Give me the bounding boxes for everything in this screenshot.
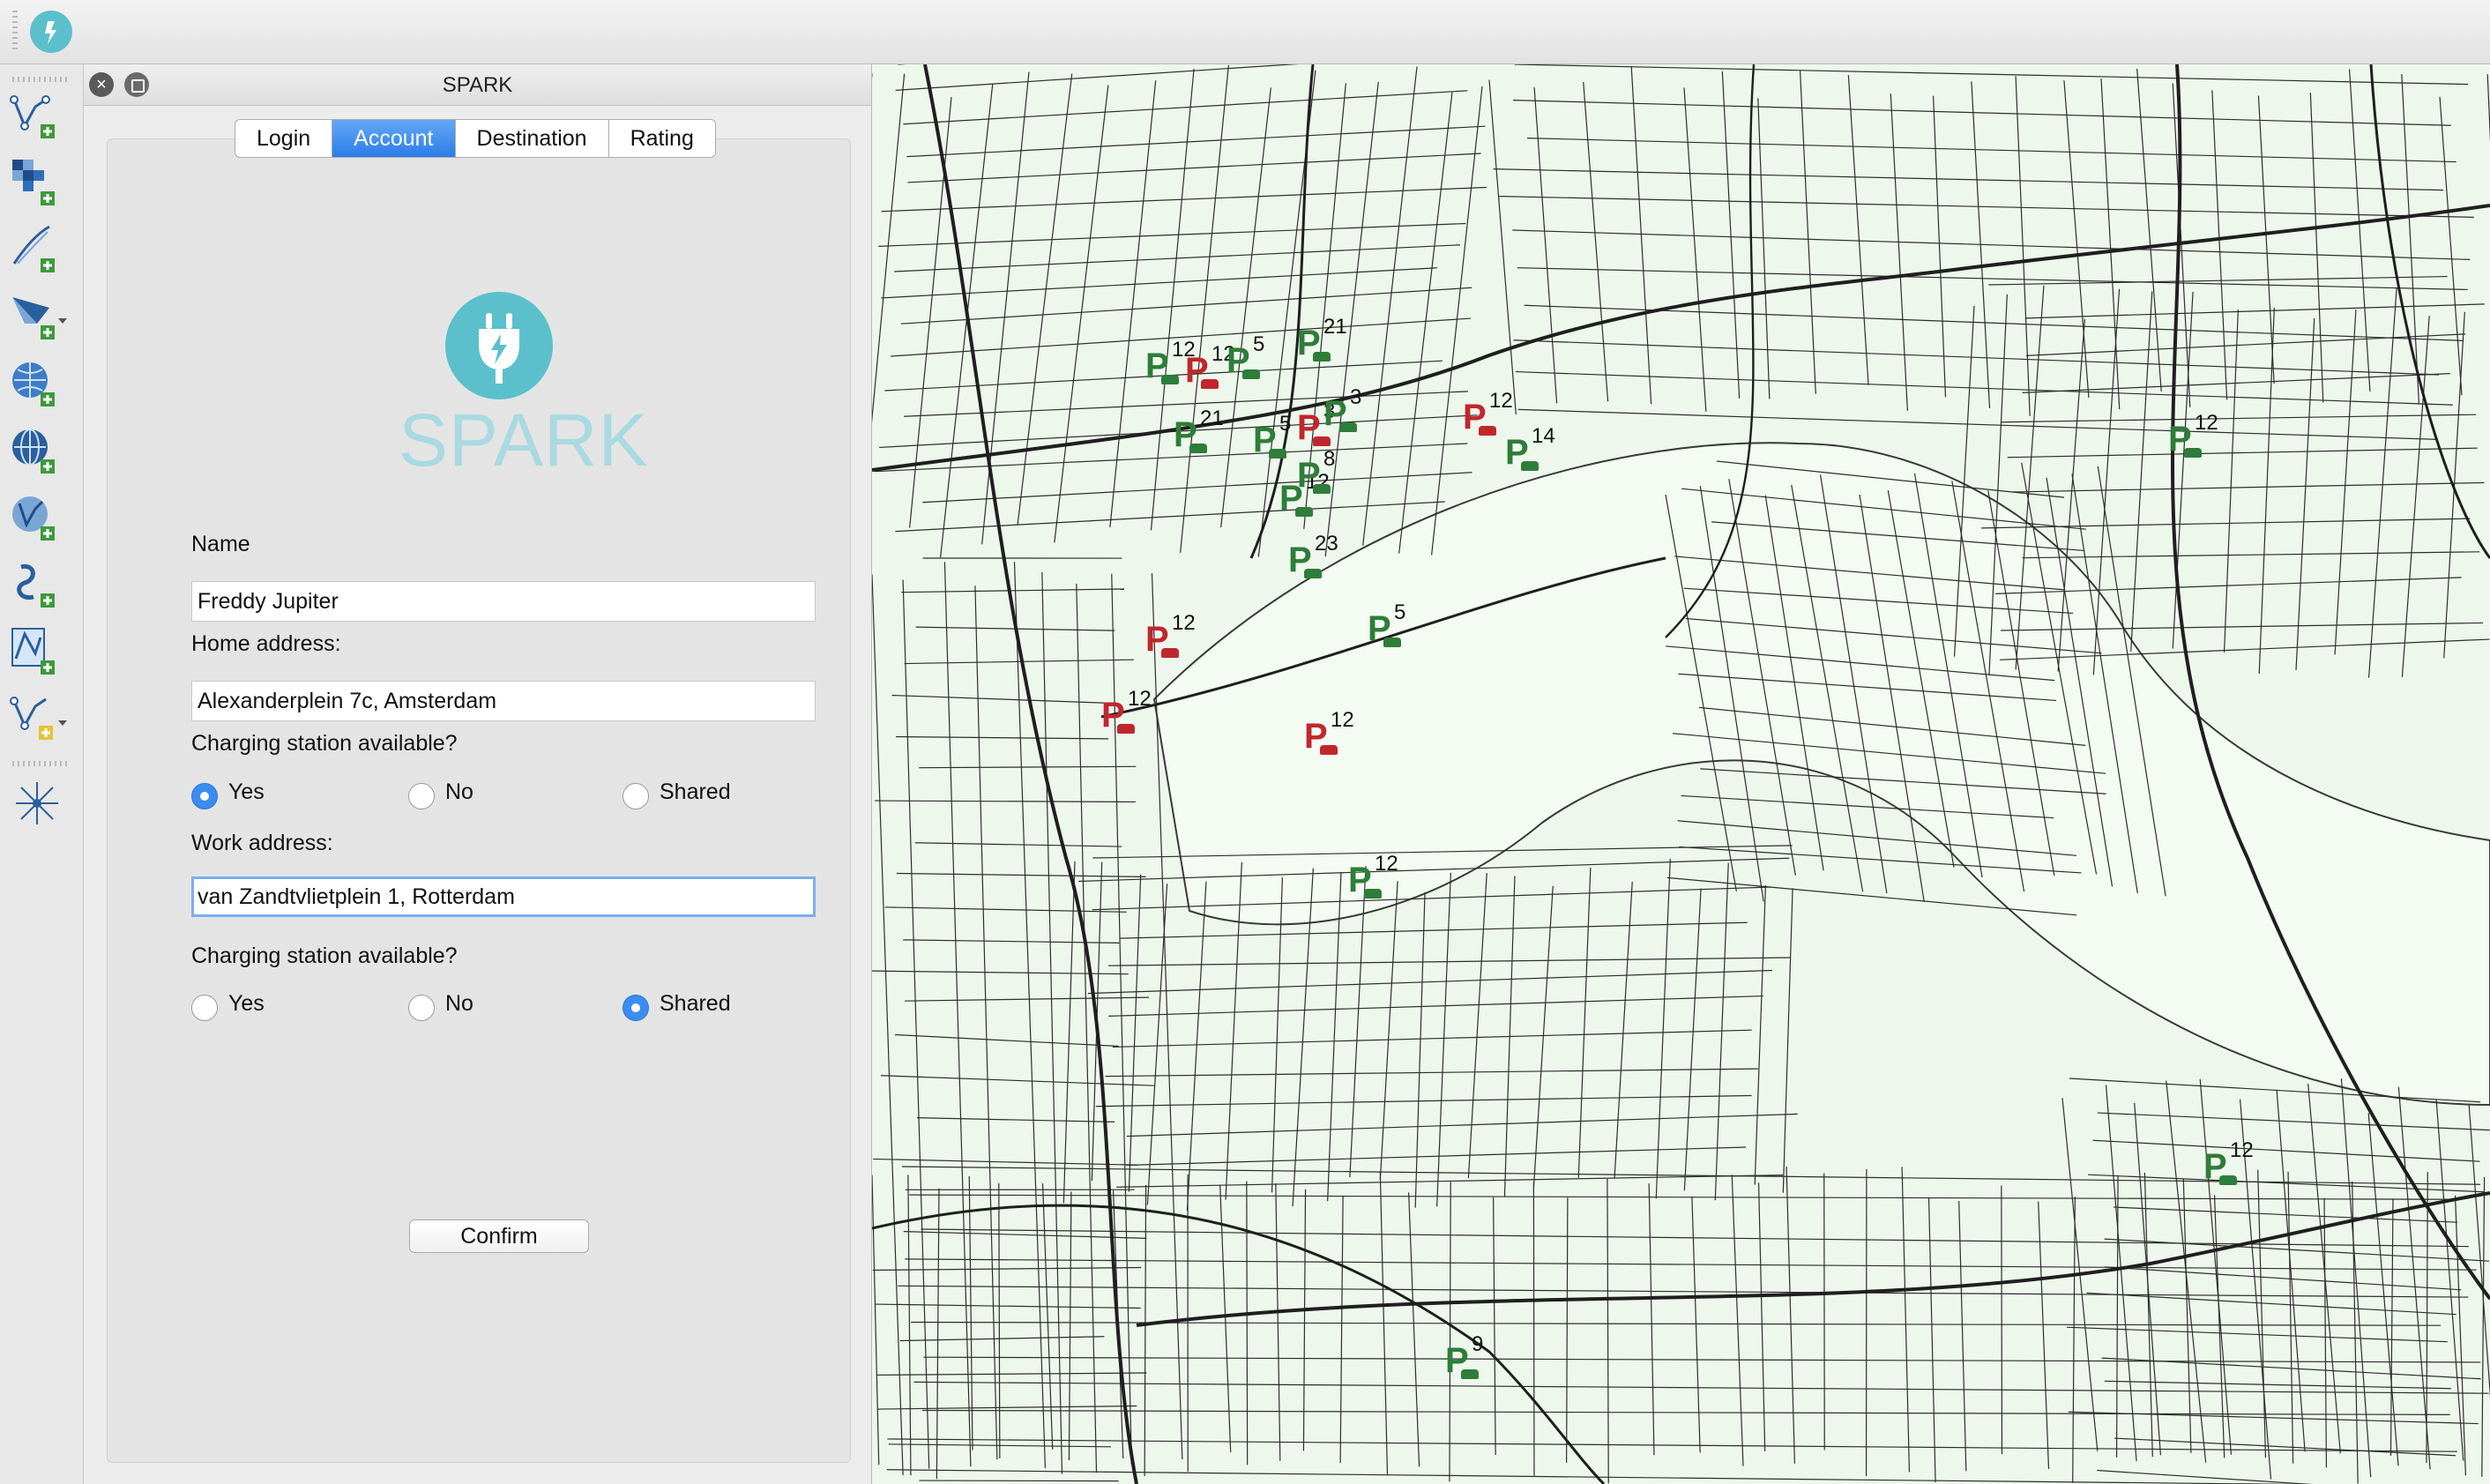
parking-marker-available[interactable]: P 21 bbox=[1297, 315, 1359, 375]
car-icon bbox=[1242, 369, 1260, 379]
parking-capacity-label: 5 bbox=[1394, 600, 1406, 624]
home-charging-label: Charging station available? bbox=[191, 731, 458, 756]
work-charging-label: Charging station available? bbox=[191, 943, 458, 968]
tab-rating[interactable]: Rating bbox=[609, 120, 715, 157]
parking-capacity-label: 3 bbox=[1350, 385, 1362, 409]
car-icon bbox=[1201, 379, 1219, 389]
toolbar-grip[interactable] bbox=[12, 77, 67, 82]
parking-capacity-label: 12 bbox=[1172, 611, 1196, 635]
parking-marker-available[interactable]: P9 bbox=[1445, 1332, 1507, 1392]
add-raster-layer-icon[interactable] bbox=[7, 154, 69, 211]
confirm-button[interactable]: Confirm bbox=[409, 1219, 589, 1253]
parking-marker-available[interactable]: P 23 bbox=[1288, 532, 1350, 592]
tab-bar: Login Account Destination Rating bbox=[235, 119, 716, 158]
street-network bbox=[872, 64, 2490, 1484]
toolbar-grip[interactable] bbox=[12, 761, 67, 766]
add-delimited-text-icon[interactable] bbox=[7, 221, 69, 278]
layer-toolbar bbox=[0, 64, 84, 1484]
new-shapefile-icon[interactable] bbox=[7, 690, 69, 747]
parking-marker-available[interactable]: P 12 bbox=[1348, 852, 1410, 912]
parking-capacity-label: 21 bbox=[1200, 406, 1224, 430]
radio-dot bbox=[191, 995, 218, 1021]
parking-capacity-label: 8 bbox=[1323, 447, 1336, 471]
car-icon bbox=[1521, 461, 1539, 471]
parking-marker-occupied[interactable]: P 12 bbox=[1145, 611, 1207, 671]
radio-dot bbox=[191, 783, 218, 809]
parking-marker-available[interactable]: P 12 bbox=[2168, 411, 2230, 471]
account-form: SPARK Name Freddy Jupiter Home address: … bbox=[107, 138, 851, 1463]
add-wfs-layer-icon[interactable] bbox=[7, 422, 69, 479]
car-icon bbox=[1313, 484, 1331, 494]
car-icon bbox=[1479, 426, 1496, 436]
parking-capacity-label: 9 bbox=[1472, 1332, 1484, 1356]
radio-dot bbox=[622, 995, 649, 1021]
car-icon bbox=[1269, 449, 1286, 459]
car-icon bbox=[1461, 1369, 1479, 1379]
car-icon bbox=[1364, 889, 1382, 899]
parking-marker-available[interactable]: P 21 bbox=[1174, 406, 1235, 466]
spark-logo: SPARK bbox=[399, 292, 649, 530]
car-icon bbox=[2184, 448, 2202, 458]
parking-marker-available[interactable]: P8 bbox=[1297, 447, 1359, 507]
parking-capacity-label: 12 bbox=[2195, 411, 2218, 435]
name-label: Name bbox=[191, 532, 250, 556]
car-icon bbox=[2219, 1175, 2237, 1185]
parking-marker-available[interactable]: P 12 bbox=[2203, 1138, 2265, 1198]
toolbar-grip[interactable] bbox=[12, 11, 18, 53]
spark-plugin-icon[interactable] bbox=[30, 11, 72, 53]
add-wms-layer-icon[interactable] bbox=[7, 355, 69, 412]
car-icon bbox=[1161, 648, 1179, 658]
parking-capacity-label: 12 bbox=[1489, 389, 1513, 413]
plug-bolt-icon bbox=[445, 292, 553, 399]
name-field[interactable]: Freddy Jupiter bbox=[191, 581, 816, 622]
parking-marker-available[interactable]: P5 bbox=[1226, 332, 1288, 392]
radio-dot bbox=[408, 995, 435, 1021]
spark-panel: × SPARK Login Account Destination Rating… bbox=[84, 64, 872, 1484]
add-spatialite-layer-icon[interactable] bbox=[7, 288, 69, 345]
panel-title: SPARK bbox=[442, 73, 513, 97]
top-toolbar bbox=[0, 0, 2490, 64]
radio-dot bbox=[408, 783, 435, 809]
parking-capacity-label: 23 bbox=[1315, 532, 1338, 556]
parking-marker-occupied[interactable]: P 12 bbox=[1101, 687, 1163, 747]
add-postgis-layer-icon[interactable] bbox=[7, 489, 69, 546]
tab-destination[interactable]: Destination bbox=[456, 120, 609, 157]
car-icon bbox=[1295, 507, 1313, 517]
parking-capacity-label: 14 bbox=[1532, 424, 1555, 448]
car-icon bbox=[1189, 444, 1207, 453]
gps-tool-icon[interactable] bbox=[7, 775, 69, 831]
parking-marker-available[interactable]: P3 bbox=[1323, 385, 1385, 445]
parking-capacity-label: 12 bbox=[1128, 687, 1152, 711]
map-canvas[interactable]: P 12 P 12 P 5 P 21 P 21 P 5 P 3 P 3 P 12 P 8 P 23 P 12 P 14 P 5 P 12 P… bbox=[872, 64, 2490, 1484]
parking-marker-available[interactable]: P5 bbox=[1368, 600, 1429, 660]
work-address-field[interactable]: van Zandtvlietplein 1, Rotterdam bbox=[191, 876, 816, 917]
car-icon bbox=[1383, 638, 1401, 647]
car-icon bbox=[1320, 745, 1338, 755]
parking-capacity-label: 5 bbox=[1253, 332, 1265, 356]
car-icon bbox=[1304, 569, 1322, 578]
logo-text: SPARK bbox=[399, 399, 649, 481]
work-address-label: Work address: bbox=[191, 831, 333, 855]
tab-account[interactable]: Account bbox=[332, 120, 456, 157]
car-icon bbox=[1313, 352, 1331, 362]
parking-capacity-label: 12 bbox=[2230, 1138, 2254, 1162]
tab-login[interactable]: Login bbox=[235, 120, 333, 157]
home-address-field[interactable]: Alexanderplein 7c, Amsterdam bbox=[191, 681, 816, 721]
radio-dot bbox=[622, 783, 649, 809]
parking-marker-available[interactable]: P 14 bbox=[1505, 424, 1567, 484]
car-icon bbox=[1161, 375, 1179, 384]
car-icon bbox=[1117, 724, 1135, 734]
home-address-label: Home address: bbox=[191, 631, 341, 656]
parking-capacity-label: 5 bbox=[1279, 412, 1292, 436]
parking-capacity-label: 12 bbox=[1375, 852, 1398, 876]
parking-capacity-label: 21 bbox=[1323, 315, 1347, 339]
add-mssql-layer-icon[interactable] bbox=[7, 556, 69, 613]
add-oracle-layer-icon[interactable] bbox=[7, 623, 69, 680]
car-icon bbox=[1339, 422, 1357, 432]
add-vector-layer-icon[interactable] bbox=[7, 87, 69, 144]
parking-capacity-label: 12 bbox=[1331, 708, 1354, 732]
panel-titlebar: × SPARK bbox=[84, 64, 871, 106]
parking-marker-occupied[interactable]: P 12 bbox=[1304, 708, 1366, 768]
